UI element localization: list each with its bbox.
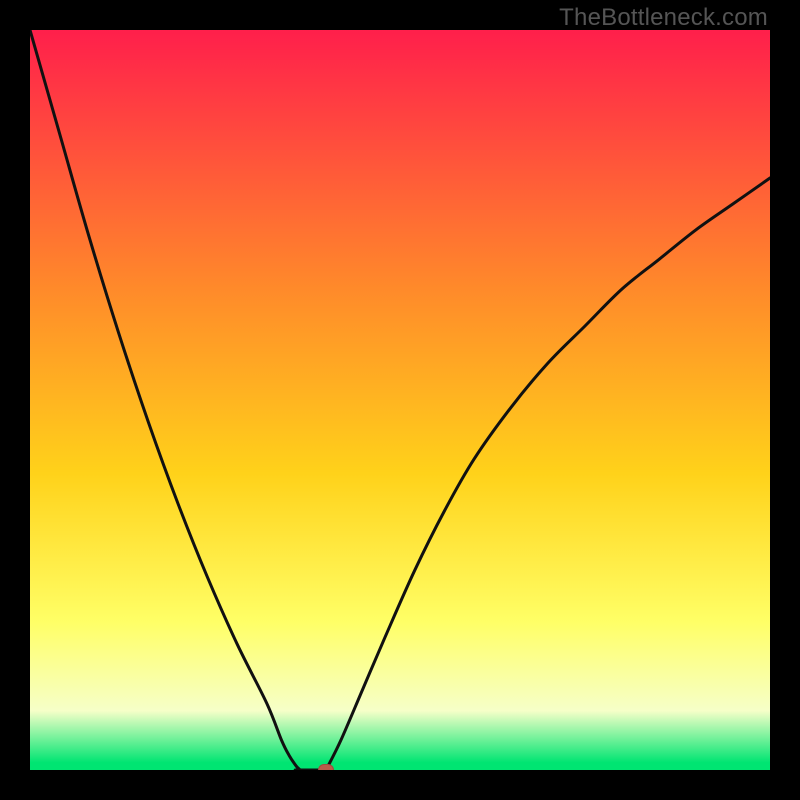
chart-frame: TheBottleneck.com — [0, 0, 800, 800]
bottleneck-curve — [30, 30, 770, 770]
optimal-point-marker — [318, 764, 334, 770]
plot-area — [30, 30, 770, 770]
watermark-label: TheBottleneck.com — [559, 4, 768, 32]
